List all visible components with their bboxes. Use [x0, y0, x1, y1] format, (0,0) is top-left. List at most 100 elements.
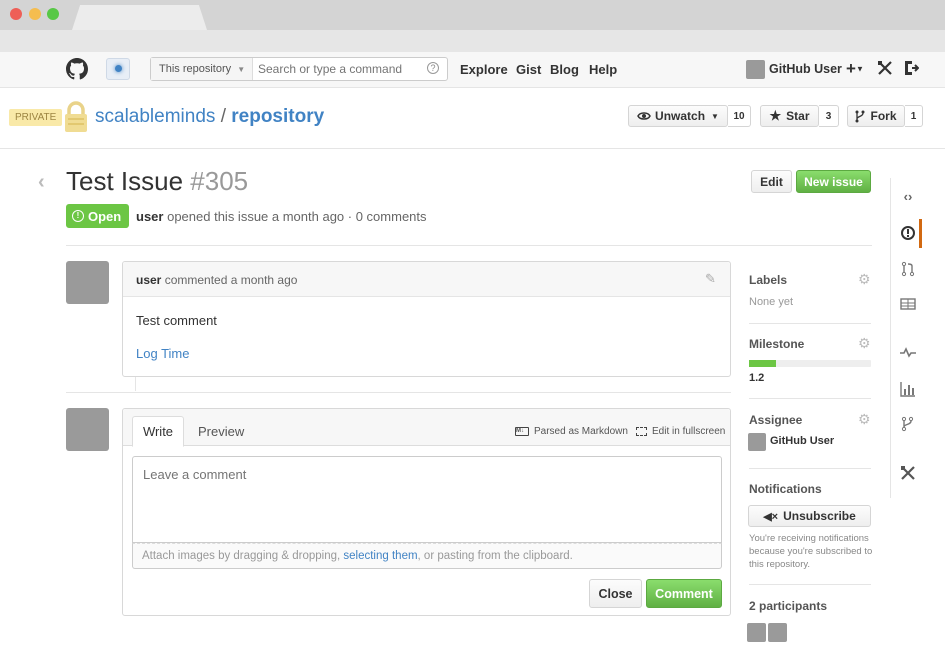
user-name[interactable]: GitHub User [769, 62, 842, 76]
open-state-label: Open [88, 208, 122, 224]
repo-settings-icon[interactable] [899, 464, 917, 482]
participants-title: 2 participants [749, 599, 828, 613]
timeline-line [135, 377, 136, 391]
markdown-icon: M↓ [515, 427, 529, 436]
private-badge: PRIVATE [9, 109, 63, 126]
eye-icon [637, 111, 651, 121]
labels-title: Labels [749, 273, 788, 287]
comment-body: Test comment [136, 313, 217, 328]
tab-preview[interactable]: Preview [198, 424, 244, 439]
comment-textarea[interactable] [132, 456, 722, 543]
labels-value: None yet [749, 296, 794, 308]
nav-explore[interactable]: Explore [460, 62, 508, 77]
fork-count[interactable]: 1 [905, 105, 923, 127]
caret-down-icon: ▼ [711, 111, 719, 121]
fork-icon [855, 110, 865, 123]
milestone-gear-icon[interactable]: ⚙ [858, 335, 871, 352]
wiki-icon[interactable] [899, 295, 917, 313]
unwatch-button[interactable]: Unwatch ▼ [628, 105, 728, 127]
assignee-title: Assignee [749, 413, 803, 427]
assignee-avatar[interactable] [748, 433, 766, 451]
participant-avatar[interactable] [747, 623, 766, 642]
assignee-gear-icon[interactable]: ⚙ [858, 411, 871, 428]
star-button[interactable]: ★ Star [760, 105, 819, 127]
repo-name-link[interactable]: repository [231, 106, 324, 127]
fork-button[interactable]: Fork [847, 105, 905, 127]
star-icon: ★ [769, 108, 782, 123]
nav-help[interactable]: Help [589, 62, 617, 77]
issue-meta: opened this issue a month ago · 0 commen… [167, 209, 427, 224]
select-files-link[interactable]: selecting them [343, 550, 417, 562]
create-new-plus-icon[interactable]: +▼ [846, 60, 864, 79]
milestone-progress-fill [749, 360, 776, 367]
user-avatar[interactable] [746, 60, 765, 79]
edit-pencil-icon[interactable]: ✎ [705, 271, 716, 287]
search-scope-select[interactable]: This repository ▼ [151, 58, 253, 80]
milestone-progress-bar [749, 360, 871, 367]
comment-box: user commented a month ago ✎ Test commen… [122, 261, 731, 377]
nav-blog[interactable]: Blog [550, 62, 579, 77]
fullscreen-link[interactable]: Edit in fullscreen [652, 426, 725, 437]
issue-author[interactable]: user [136, 209, 163, 224]
attach-images-bar: Attach images by dragging & dropping, se… [132, 543, 722, 569]
sidebar-divider [749, 398, 871, 399]
sidebar-divider [749, 584, 871, 585]
repo-owner-link[interactable]: scalableminds [95, 106, 215, 127]
attach-prefix: Attach images by dragging & dropping, [142, 550, 341, 562]
tab-write[interactable]: Write [132, 416, 184, 447]
maximize-window-button[interactable] [47, 8, 59, 20]
search-input[interactable] [254, 58, 424, 80]
comment-meta: commented a month ago [164, 273, 298, 287]
issues-icon[interactable] [899, 224, 917, 242]
unsubscribe-button[interactable]: ◀× Unsubscribe [748, 505, 871, 527]
assignee-name[interactable]: GitHub User [770, 435, 834, 447]
github-logo-icon[interactable] [66, 58, 88, 80]
settings-tools-icon[interactable] [877, 60, 893, 76]
comment-author[interactable]: user [136, 273, 161, 287]
unwatch-label: Unwatch [655, 109, 706, 123]
nav-gist[interactable]: Gist [516, 62, 541, 77]
edit-button[interactable]: Edit [751, 170, 792, 193]
comment-author-avatar[interactable] [66, 261, 109, 304]
network-icon[interactable] [899, 415, 917, 433]
labels-gear-icon[interactable]: ⚙ [858, 271, 871, 288]
pull-requests-icon[interactable] [899, 260, 917, 278]
help-icon[interactable]: ? [427, 62, 439, 74]
markdown-note[interactable]: Parsed as Markdown [534, 426, 628, 437]
new-issue-button[interactable]: New issue [796, 170, 871, 193]
pulse-icon[interactable] [899, 343, 917, 361]
comment-submit-button[interactable]: Comment [646, 579, 722, 608]
code-icon[interactable]: ‹› [899, 188, 917, 206]
mute-icon: ◀× [763, 510, 779, 523]
sign-out-icon[interactable] [903, 60, 919, 76]
browser-tab[interactable] [72, 5, 207, 30]
star-label: Star [786, 109, 810, 123]
active-nav-indicator [919, 219, 922, 248]
notification-dot-icon [115, 65, 122, 72]
notifications-title: Notifications [749, 482, 822, 496]
close-issue-button[interactable]: Close [589, 579, 642, 608]
sidebar-divider [749, 323, 871, 324]
caret-down-icon: ▼ [237, 65, 246, 74]
search-scope-label: This repository [159, 63, 232, 75]
star-count[interactable]: 3 [819, 105, 839, 127]
title-divider [66, 245, 872, 246]
comment-form: Write Preview M↓ Parsed as Markdown Edit… [122, 408, 731, 616]
participant-avatar[interactable] [768, 623, 787, 642]
log-time-link[interactable]: Log Time [136, 346, 189, 361]
issue-number: #305 [190, 166, 249, 196]
issue-title: Test Issue [66, 166, 184, 196]
graphs-icon[interactable] [899, 380, 917, 398]
back-chevron-icon[interactable]: ‹ [38, 171, 45, 194]
notifications-note: You're receiving notifications because y… [749, 533, 873, 570]
current-user-avatar [66, 408, 109, 451]
watch-count[interactable]: 10 [728, 105, 751, 127]
lock-icon [64, 101, 88, 133]
sidebar-divider [749, 468, 871, 469]
milestone-value[interactable]: 1.2 [749, 372, 764, 384]
minimize-window-button[interactable] [29, 8, 41, 20]
open-state-badge: ! Open [66, 204, 129, 228]
attach-suffix: , or pasting from the clipboard. [417, 550, 573, 562]
notifications-button[interactable] [106, 58, 130, 80]
close-window-button[interactable] [10, 8, 22, 20]
